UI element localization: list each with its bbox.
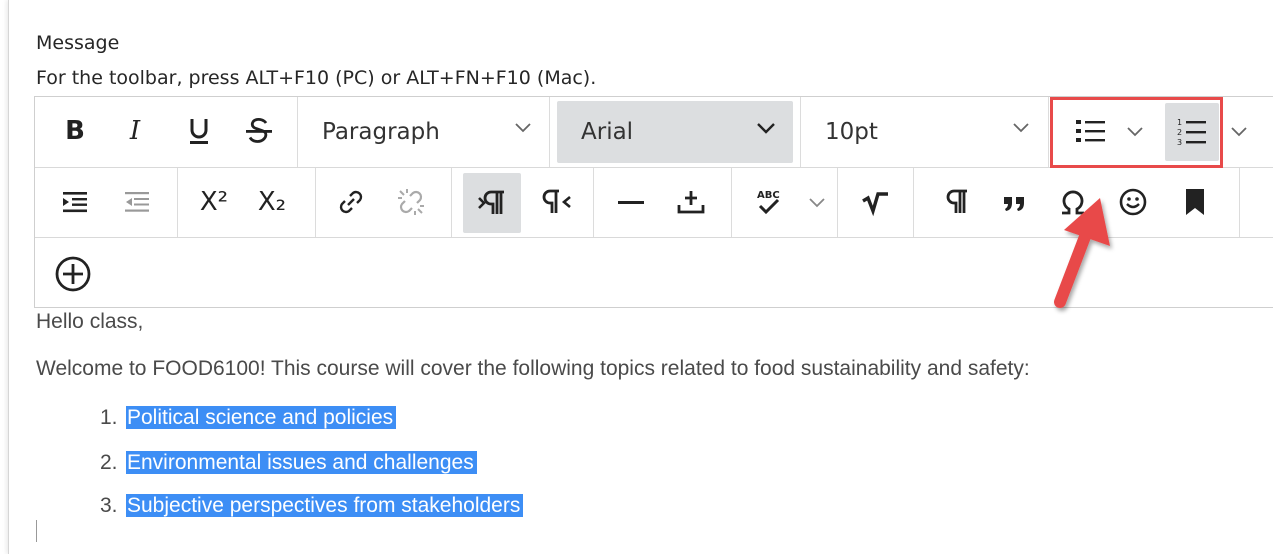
font-size-select[interactable]: 10pt <box>801 101 1047 163</box>
underline-icon <box>190 119 208 144</box>
list-item: 3. Subjective perspectives from stakehold… <box>100 494 524 518</box>
link-button[interactable] <box>331 182 371 222</box>
outdent-button[interactable] <box>117 184 157 220</box>
left-to-right-icon <box>478 190 504 214</box>
svg-text:2: 2 <box>1177 128 1182 137</box>
underline-button[interactable] <box>181 111 217 151</box>
math-equation-icon <box>862 192 888 217</box>
unlink-icon <box>398 189 424 215</box>
bullet-list-button[interactable] <box>1069 111 1113 151</box>
strikethrough-icon <box>246 117 272 143</box>
spellcheck-icon: ABC <box>757 190 780 215</box>
horizontal-line-icon <box>618 201 644 204</box>
numbered-list-button[interactable]: 1 2 3 <box>1165 103 1219 161</box>
chevron-down-icon <box>515 123 531 133</box>
math-button[interactable] <box>855 182 895 222</box>
horizontal-line-button[interactable] <box>611 182 651 222</box>
toolbar-row-1: B I Paragraph Arial 10pt 1 2 3 <box>35 97 1273 167</box>
rtl-button[interactable] <box>535 182 579 222</box>
blockquote-button[interactable] <box>995 182 1035 222</box>
greeting-paragraph: Hello class, <box>36 310 144 333</box>
intro-paragraph: Welcome to FOOD6100! This course will co… <box>36 357 1030 380</box>
link-icon <box>339 190 363 214</box>
subscript-button[interactable]: X₂ <box>247 182 297 222</box>
font-family-select[interactable]: Arial <box>557 101 793 163</box>
chevron-down-icon <box>1231 127 1247 137</box>
outdent-icon <box>125 192 149 212</box>
show-blocks-button[interactable] <box>935 182 975 222</box>
spellcheck-button[interactable]: ABC <box>751 182 787 222</box>
chevron-down-icon <box>1127 127 1143 137</box>
field-title: Message <box>36 32 120 54</box>
numbered-list-dropdown[interactable] <box>1227 117 1251 147</box>
bookmark-button[interactable] <box>1175 182 1215 222</box>
svg-text:ABC: ABC <box>757 190 780 201</box>
add-circle-icon <box>55 256 91 292</box>
svg-text:3: 3 <box>1177 138 1182 147</box>
strikethrough-button[interactable] <box>239 111 279 151</box>
italic-button[interactable]: I <box>119 111 151 151</box>
bold-button[interactable]: B <box>59 111 91 151</box>
toolbar-hint: For the toolbar, press ALT+F10 (PC) or A… <box>36 67 597 89</box>
numbered-list-icon: 1 2 3 <box>1177 118 1206 147</box>
smiley-icon <box>1119 188 1147 216</box>
indent-button[interactable] <box>55 184 95 220</box>
pilcrow-icon <box>946 189 967 213</box>
blockquote-icon <box>1004 197 1024 211</box>
annotation-arrow <box>1054 198 1110 308</box>
chevron-down-icon <box>809 198 825 208</box>
list-item: 1. Political science and policies <box>100 406 397 430</box>
anchor-button[interactable] <box>671 182 711 222</box>
insert-anchor-icon <box>677 191 705 214</box>
indent-icon <box>63 192 87 213</box>
bullet-list-dropdown[interactable] <box>1123 117 1147 147</box>
text-caret <box>36 520 37 542</box>
block-format-select[interactable]: Paragraph <box>298 101 549 163</box>
bookmark-icon <box>1186 189 1204 215</box>
bulleted-list-icon <box>1076 120 1105 142</box>
chevron-down-icon <box>757 123 775 134</box>
add-content-button[interactable] <box>51 252 95 296</box>
ltr-button[interactable] <box>463 173 521 233</box>
svg-text:1: 1 <box>1177 118 1182 127</box>
spellcheck-dropdown[interactable] <box>805 188 829 218</box>
list-item: 2. Environmental issues and challenges <box>100 451 477 475</box>
unlink-button[interactable] <box>391 182 431 222</box>
chevron-down-icon <box>1013 123 1029 133</box>
superscript-button[interactable]: X² <box>189 182 239 222</box>
right-to-left-icon <box>542 189 571 213</box>
